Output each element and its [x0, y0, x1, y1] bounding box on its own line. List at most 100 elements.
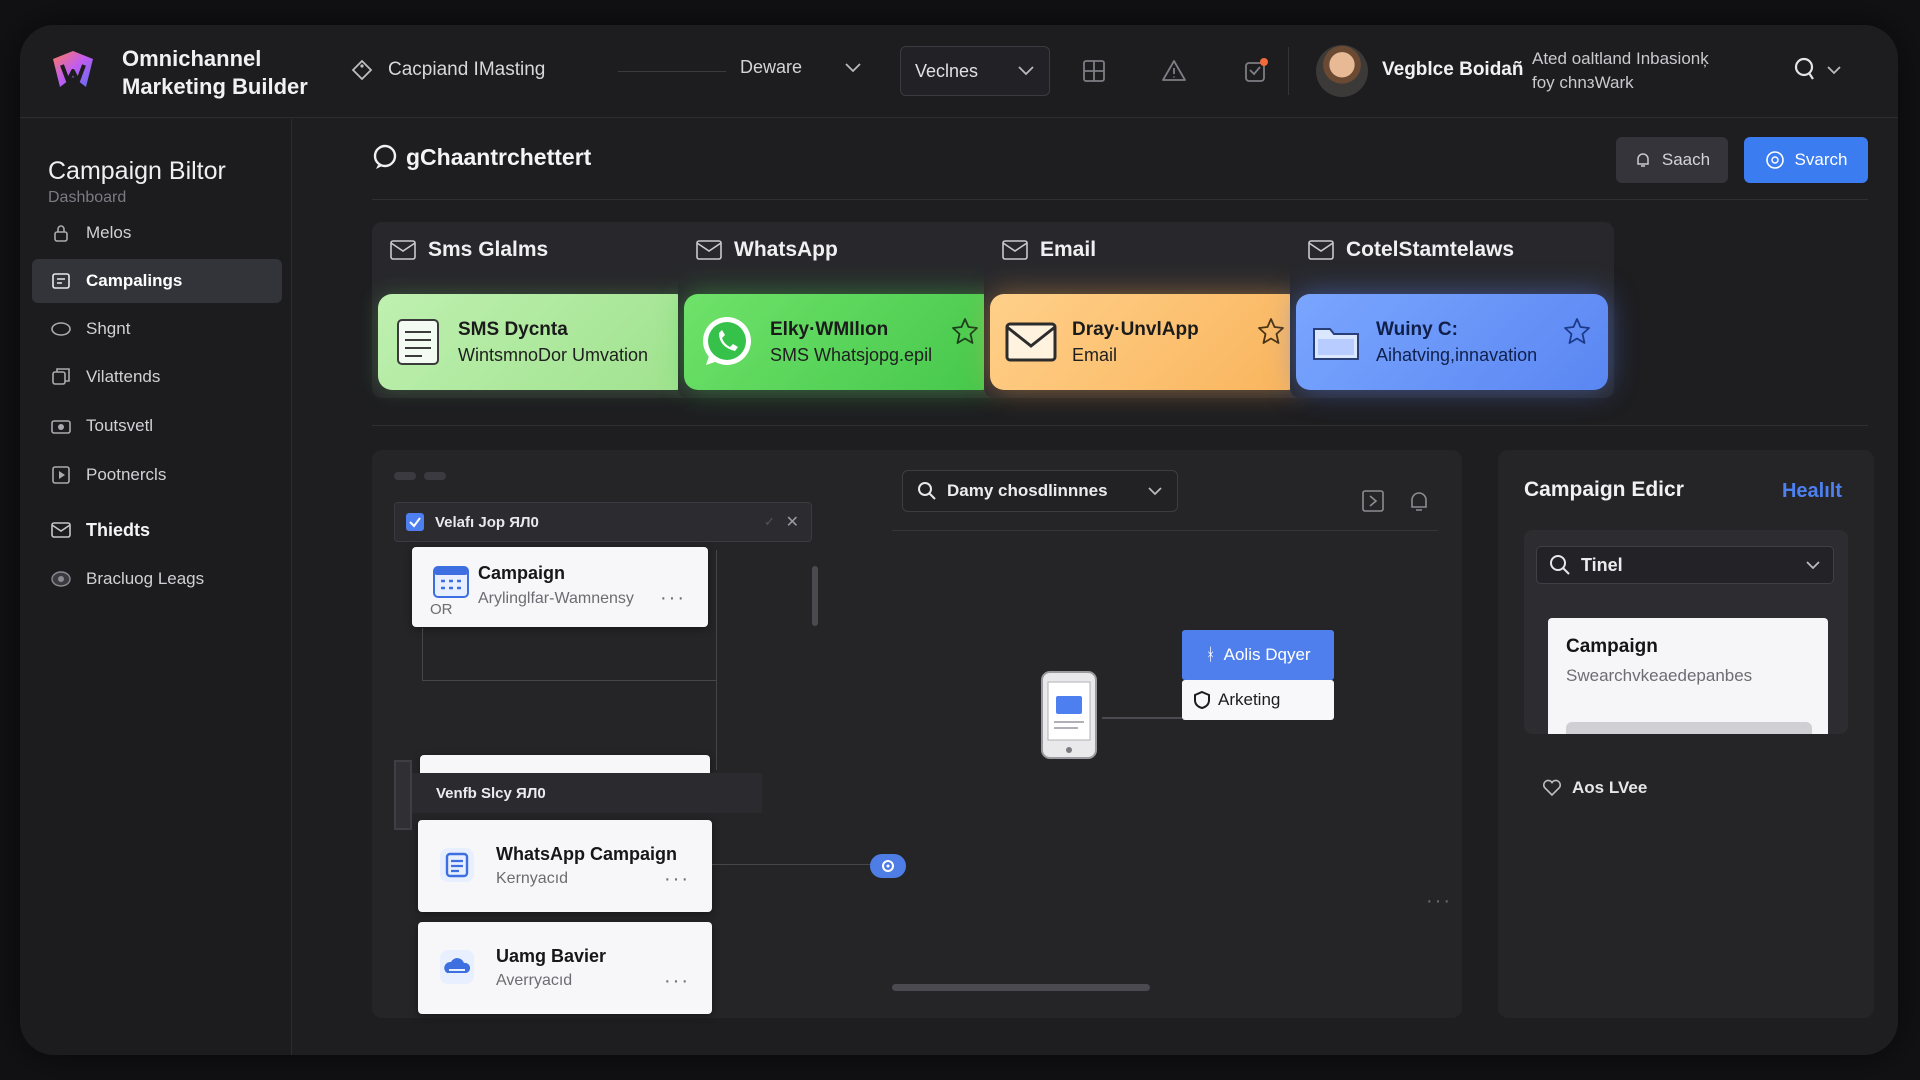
sidebar-item-bracluog-leags[interactable]: Bracluog Leags: [32, 557, 282, 601]
chevron-down-icon: [1806, 561, 1820, 570]
card-subtitle: Averryacıd: [496, 972, 573, 989]
channel-card-title: Elky·WMIlıon: [770, 318, 889, 340]
app-logo-icon: [53, 51, 93, 87]
sidebar-item-label: Melos: [86, 223, 132, 242]
whatsapp-campaign-card[interactable]: WhatsApp Campaign Kernyacıd ···: [418, 820, 712, 912]
card-title: Campaign: [1566, 636, 1658, 657]
edit-icon[interactable]: ✓: [764, 514, 775, 530]
bell-icon[interactable]: [1406, 488, 1432, 514]
connector-handle[interactable]: [870, 854, 906, 878]
channel-card-subtitle: WintsmnoDor Umvation: [458, 344, 649, 365]
group-header[interactable]: Venfb Slcy ЯЛ0: [412, 773, 762, 813]
sidebar-subtitle: Dashboard: [48, 189, 127, 206]
search-button-label: Saach: [1661, 150, 1711, 169]
stack-frame: [394, 760, 412, 830]
flow-node-action[interactable]: ᚼ Aolis Dqyer: [1182, 630, 1334, 680]
mail-icon: [390, 240, 416, 260]
editor-link[interactable]: Healılt: [1782, 480, 1842, 503]
divider: [1288, 47, 1289, 95]
sidebar-item-toutsvetl[interactable]: Toutsvetl: [32, 404, 282, 448]
search-icon: [1550, 555, 1570, 575]
star-icon[interactable]: [950, 316, 980, 346]
horizontal-scrollbar[interactable]: [892, 984, 1150, 991]
flow-node-marketing[interactable]: Arketing: [1182, 680, 1334, 720]
editor-search-dropdown[interactable]: Tinel: [1536, 546, 1834, 584]
mobile-device-icon: [1041, 671, 1097, 759]
breadcrumb[interactable]: Cacpiand IMasting: [350, 58, 545, 82]
editor-footer-label: Aos LVee: [1572, 778, 1648, 797]
more-icon[interactable]: ···: [1426, 890, 1452, 913]
sidebar-item-label: Shgnt: [86, 319, 131, 338]
channel-card-other[interactable]: Wuiny C: Aihatving,innavation: [1296, 294, 1608, 390]
connector-line: [422, 628, 423, 680]
channel-header-label: Email: [1040, 238, 1097, 261]
grid-icon[interactable]: [1080, 57, 1108, 85]
divider: [618, 71, 726, 72]
canvas-search-dropdown[interactable]: Damy chosdlinnnes: [902, 470, 1178, 512]
star-icon[interactable]: [1562, 316, 1592, 346]
user-name[interactable]: Vegblce Boidañ: [1382, 59, 1523, 81]
calendar-icon: [433, 566, 469, 598]
editor-box: Tinel Campaign Swearchvkeaedepanbes: [1524, 530, 1848, 734]
channel-card-title: SMS Dycnta: [458, 318, 568, 340]
values-dropdown[interactable]: Veclnes: [900, 46, 1050, 96]
channel-card-whatsapp[interactable]: Elky·WMIlıon SMS Whatsjopg.epil: [684, 294, 996, 390]
search-button[interactable]: Saach: [1616, 137, 1728, 183]
sidebar-item-vilattends[interactable]: Vilattends: [32, 355, 282, 399]
checkbox-icon[interactable]: [405, 512, 425, 532]
primary-search-button[interactable]: Svarch: [1744, 137, 1868, 183]
uamg-bavier-card[interactable]: Uamg Bavier Averryacıd ···: [418, 922, 712, 1014]
divider: [372, 199, 1868, 200]
campaign-icon: [52, 273, 70, 289]
editor-footer-item[interactable]: Aos LVee: [1542, 778, 1647, 798]
star-icon[interactable]: [1256, 316, 1286, 346]
more-icon[interactable]: ···: [660, 587, 686, 610]
close-icon[interactable]: ✕: [786, 512, 799, 532]
avatar[interactable]: [1316, 45, 1368, 97]
campaign-card[interactable]: Campaign Arylinglfar-Wamnensy OR ···: [412, 547, 708, 627]
connector-line: [712, 864, 872, 865]
document-icon: [397, 319, 439, 365]
play-icon[interactable]: [1360, 488, 1386, 514]
filter-dropdown[interactable]: Deware: [740, 57, 862, 78]
sidebar-item-shgnt[interactable]: Shgnt: [32, 307, 282, 351]
copy-icon: [52, 368, 70, 385]
document-icon: [440, 848, 474, 882]
channel-header: Sms Glalms: [390, 238, 548, 262]
sidebar-item-label: Thiedts: [86, 519, 151, 540]
canvas-search-label: Damy chosdlinnnes: [947, 481, 1108, 500]
sidebar-item-pootnercls[interactable]: Pootnercls: [32, 453, 282, 497]
warning-icon[interactable]: [1160, 57, 1188, 85]
top-bar: Omnichannel Marketing Builder Cacpiand I…: [20, 25, 1898, 118]
more-icon[interactable]: ···: [664, 970, 690, 993]
sidebar-item-label: Toutsvetl: [86, 416, 154, 435]
search-icon[interactable]: [1792, 55, 1844, 85]
vertical-scrollbar[interactable]: [812, 566, 818, 626]
sidebar-item-campaigns[interactable]: Campalings: [32, 259, 282, 303]
values-dropdown-label: Veclnes: [915, 60, 979, 81]
channel-header-label: WhatsApp: [734, 238, 838, 261]
cloud-icon: [440, 950, 474, 984]
connector-line: [1102, 717, 1182, 719]
sidebar-item-melos[interactable]: Melos: [32, 211, 282, 255]
notification-icon[interactable]: [1242, 57, 1270, 85]
node-header[interactable]: Velafı Jop ЯЛ0 ✓ ✕: [394, 502, 812, 542]
channel-card-email[interactable]: Dray·UnvlApp Email: [990, 294, 1302, 390]
flow-node-action-label: Aolis Dqyer: [1223, 645, 1311, 664]
channel-card-sms[interactable]: SMS Dycnta WintsmnoDor Umvation: [378, 294, 690, 390]
editor-campaign-card[interactable]: Campaign Swearchvkeaedepanbes: [1548, 618, 1828, 734]
card-subtitle: Kernyacıd: [496, 870, 569, 887]
card-stack-top: [420, 755, 710, 775]
mail-icon: [1308, 240, 1334, 260]
lock-icon: [54, 225, 68, 242]
channel-header: CotelStamtelaws: [1308, 238, 1514, 262]
card-subtitle: Swearchvkeaedepanbes: [1566, 666, 1753, 685]
search-icon: [918, 482, 936, 500]
channel-email: Email Dray·UnvlApp Email: [984, 222, 1308, 398]
more-icon[interactable]: ···: [664, 868, 690, 891]
channel-sms: Sms Glalms SMS Dycnta WintsmnoDor Umvati…: [372, 222, 696, 398]
sidebar-item-thiedts[interactable]: Thiedts: [32, 508, 282, 552]
breadcrumb-label: Cacpiand IMasting: [388, 59, 546, 80]
flow-canvas[interactable]: Velafı Jop ЯЛ0 ✓ ✕ Campaign Arylinglfar-…: [372, 450, 1462, 1018]
shield-icon: [1194, 691, 1210, 709]
